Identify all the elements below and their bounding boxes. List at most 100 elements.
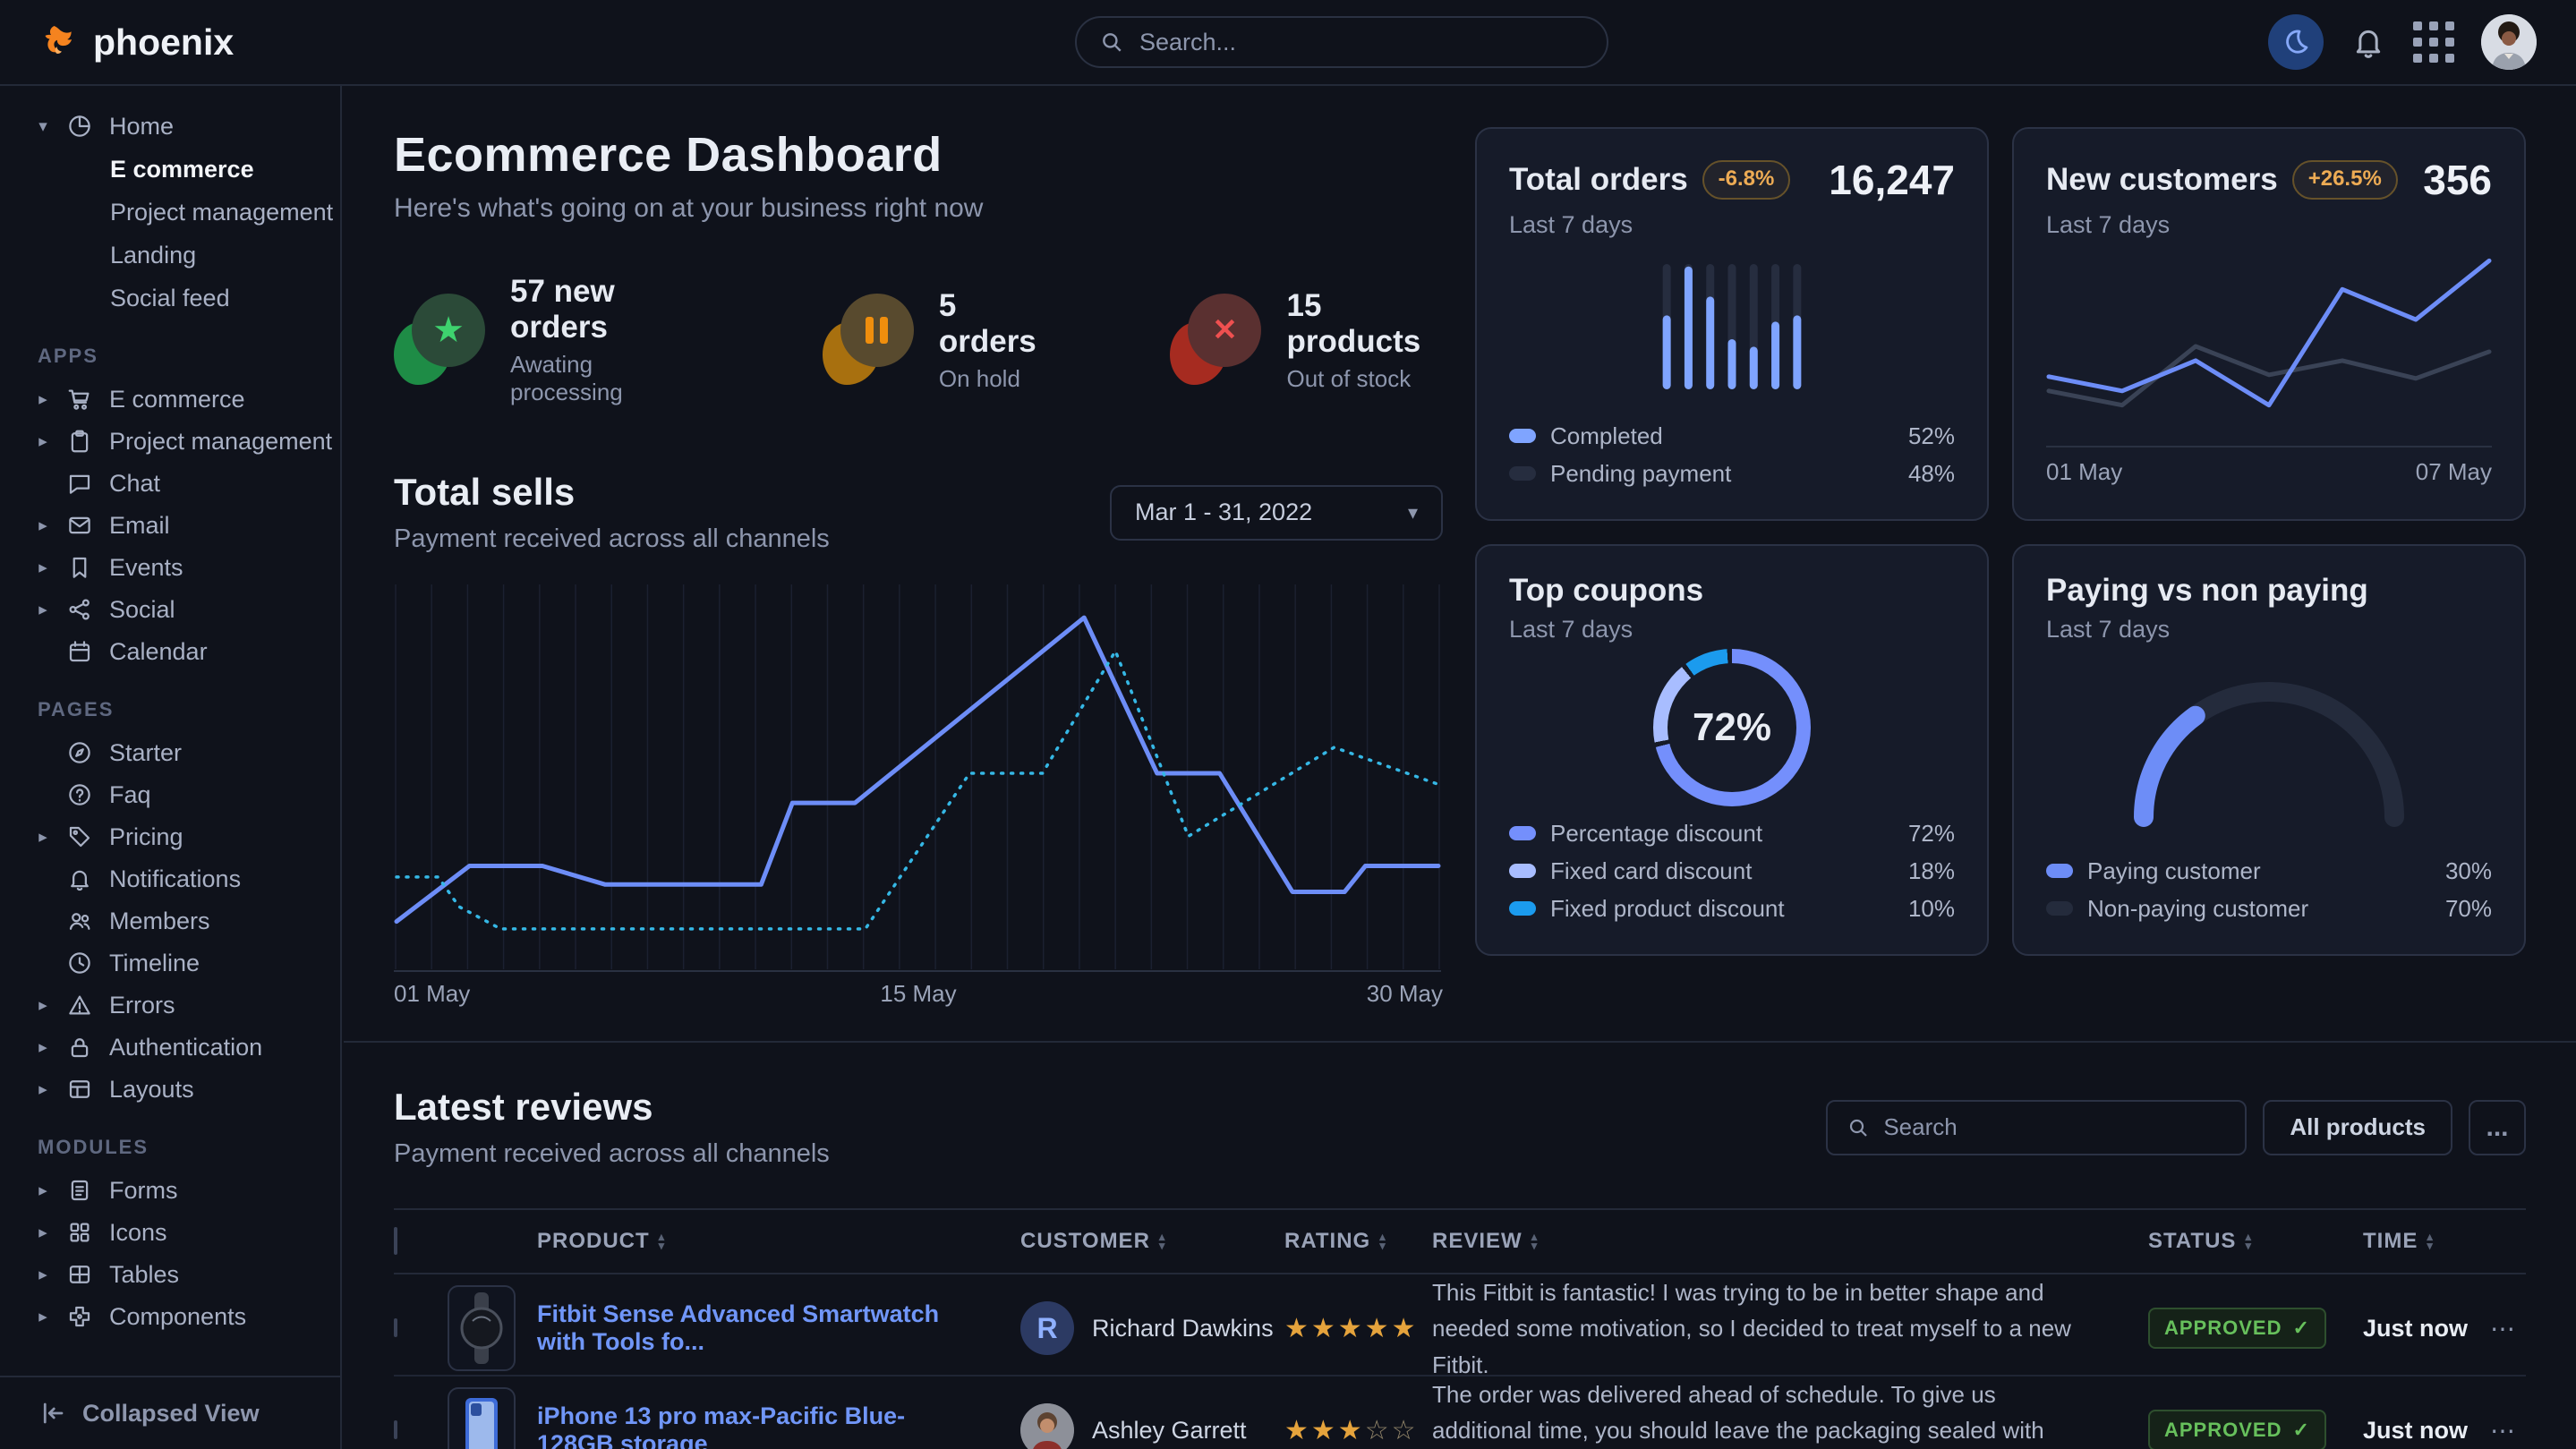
column-header-time[interactable]: TIME▴▾: [2363, 1229, 2479, 1254]
sidebar-subitem-landing[interactable]: Landing: [0, 234, 340, 277]
sidebar-subitem-e-commerce[interactable]: E commerce: [0, 148, 340, 191]
product-thumb-cell: [448, 1387, 537, 1449]
check-icon: ✓: [2292, 1419, 2309, 1442]
sidebar-item-forms[interactable]: ▸Forms: [0, 1170, 340, 1212]
sidebar-item-events[interactable]: ▸Events: [0, 547, 340, 589]
status-badge: APPROVED✓: [2148, 1410, 2326, 1449]
sidebar-item-label: Icons: [109, 1219, 167, 1247]
sidebar-item-authentication[interactable]: ▸Authentication: [0, 1027, 340, 1069]
sidebar: ▾HomeE commerceProject managementLanding…: [0, 86, 342, 1449]
sidebar-subitem-social-feed[interactable]: Social feed: [0, 277, 340, 320]
row-checkbox[interactable]: [394, 1420, 397, 1439]
apps-grid-button[interactable]: [2413, 21, 2454, 63]
legend-label: Paying customer: [2087, 857, 2261, 885]
status-cell: APPROVED✓: [2148, 1410, 2363, 1449]
date-range-select[interactable]: Mar 1 - 31, 2022 ▾: [1110, 485, 1443, 541]
brand-logo[interactable]: phoenix: [39, 21, 234, 64]
x-tick: 01 May: [394, 980, 470, 1008]
notifications-button[interactable]: [2350, 24, 2386, 60]
sidebar-item-notifications[interactable]: Notifications: [0, 858, 340, 900]
star-icon: ★: [432, 312, 465, 348]
total-sells-title: Total sells: [394, 471, 830, 514]
sidebar-item-label: Errors: [109, 992, 175, 1019]
cart-icon: [66, 386, 95, 414]
column-header-status[interactable]: STATUS▴▾: [2148, 1229, 2363, 1254]
product-link[interactable]: Fitbit Sense Advanced Smartwatch with To…: [537, 1300, 1020, 1356]
user-avatar[interactable]: [2481, 14, 2537, 70]
stat-text: 15 productsOut of stock: [1286, 288, 1443, 393]
grid-icon: [66, 1219, 95, 1248]
caret-icon: ▸: [34, 1307, 52, 1327]
column-header-product[interactable]: PRODUCT▴▾: [537, 1229, 1020, 1254]
reviews-search-placeholder: Search: [1883, 1113, 1957, 1141]
sidebar-item-email[interactable]: ▸Email: [0, 505, 340, 547]
row-select-cell: [394, 1422, 448, 1438]
legend-row: Pending payment48%: [1509, 455, 1955, 492]
sidebar-item-faq[interactable]: Faq: [0, 774, 340, 816]
table-body: Fitbit Sense Advanced Smartwatch with To…: [394, 1274, 2526, 1449]
star-filled: ★★★★★: [1284, 1314, 1418, 1343]
sidebar-item-icons[interactable]: ▸ Icons: [0, 1212, 340, 1254]
sidebar-item-components[interactable]: ▸Components: [0, 1296, 340, 1338]
column-header-customer[interactable]: CUSTOMER▴▾: [1020, 1229, 1284, 1254]
x-icon: ✕: [1170, 294, 1263, 387]
reviews-search-input[interactable]: Search: [1826, 1100, 2247, 1155]
star-icon: ★: [394, 294, 487, 387]
sidebar-item-chat[interactable]: Chat: [0, 463, 340, 505]
legend-label: Non-paying customer: [2087, 895, 2308, 923]
caret-icon: ▸: [34, 1223, 52, 1243]
global-search-input[interactable]: Search...: [1075, 16, 1608, 68]
sidebar-item-label: Social: [109, 596, 175, 624]
sidebar-item-timeline[interactable]: Timeline: [0, 942, 340, 984]
sidebar-item-layouts[interactable]: ▸Layouts: [0, 1069, 340, 1111]
reviews-controls: Search All products ...: [1826, 1100, 2526, 1155]
all-products-button[interactable]: All products: [2263, 1100, 2452, 1155]
collapse-icon: [39, 1400, 66, 1427]
compass-icon: [66, 739, 95, 768]
product-cell: iPhone 13 pro max-Pacific Blue-128GB sto…: [537, 1402, 1020, 1449]
sidebar-item-tables[interactable]: ▸Tables: [0, 1254, 340, 1296]
legend-value: 18%: [1908, 857, 1955, 885]
sidebar-item-label: Starter: [109, 739, 182, 767]
product-thumbnail[interactable]: [448, 1387, 516, 1449]
sidebar-item-social[interactable]: ▸Social: [0, 589, 340, 631]
sidebar-item-starter[interactable]: Starter: [0, 732, 340, 774]
sidebar-item-home[interactable]: ▾Home: [0, 106, 340, 148]
warning-icon: [66, 992, 95, 1020]
legend-swatch: [1509, 466, 1536, 481]
sidebar-item-label: Members: [109, 908, 210, 935]
more-options-button[interactable]: ...: [2469, 1100, 2526, 1155]
sidebar-section-label: PAGES: [0, 673, 340, 732]
customer-name: Ashley Garrett: [1092, 1417, 1247, 1445]
trend-badge: +26.5%: [2292, 160, 2398, 200]
sidebar-subitem-project-management[interactable]: Project management: [0, 191, 340, 234]
product-thumbnail[interactable]: [448, 1285, 516, 1371]
sidebar-item-pricing[interactable]: ▸Pricing: [0, 816, 340, 858]
column-header-rating[interactable]: RATING▴▾: [1284, 1229, 1432, 1254]
total-orders-bar-chart: [1509, 239, 1955, 413]
sidebar-item-label: Email: [109, 512, 170, 540]
new-customers-x-axis: 01 May 07 May: [2046, 446, 2492, 492]
sort-icon: ▴▾: [1531, 1232, 1539, 1250]
select-all-checkbox[interactable]: [394, 1227, 397, 1255]
column-header-review[interactable]: REVIEW▴▾: [1432, 1229, 2148, 1254]
sidebar-item-e-commerce[interactable]: ▸E commerce: [0, 379, 340, 421]
theme-toggle-button[interactable]: [2268, 14, 2324, 70]
sidebar-item-members[interactable]: Members: [0, 900, 340, 942]
row-menu-button[interactable]: ⋯: [2479, 1314, 2526, 1343]
row-checkbox[interactable]: [394, 1318, 397, 1337]
sidebar-item-errors[interactable]: ▸Errors: [0, 984, 340, 1027]
stat-value: 57 new orders: [510, 274, 697, 345]
rating-stars: ★★★☆☆: [1284, 1415, 1432, 1446]
total-orders-legend: Completed52%Pending payment48%: [1509, 417, 1955, 492]
product-link[interactable]: iPhone 13 pro max-Pacific Blue-128GB sto…: [537, 1402, 1020, 1449]
collapsed-view-toggle[interactable]: Collapsed View: [0, 1376, 340, 1449]
row-menu-button[interactable]: ⋯: [2479, 1416, 2526, 1445]
legend-swatch: [1509, 864, 1536, 878]
sidebar-item-calendar[interactable]: Calendar: [0, 631, 340, 673]
sidebar-item-project-management[interactable]: ▸Project management: [0, 421, 340, 463]
sort-icon: ▴▾: [2245, 1232, 2252, 1250]
top-navbar: phoenix Search...: [0, 0, 2576, 86]
sidebar-item-label: Calendar: [109, 638, 208, 666]
product-thumb-cell: [448, 1285, 537, 1371]
